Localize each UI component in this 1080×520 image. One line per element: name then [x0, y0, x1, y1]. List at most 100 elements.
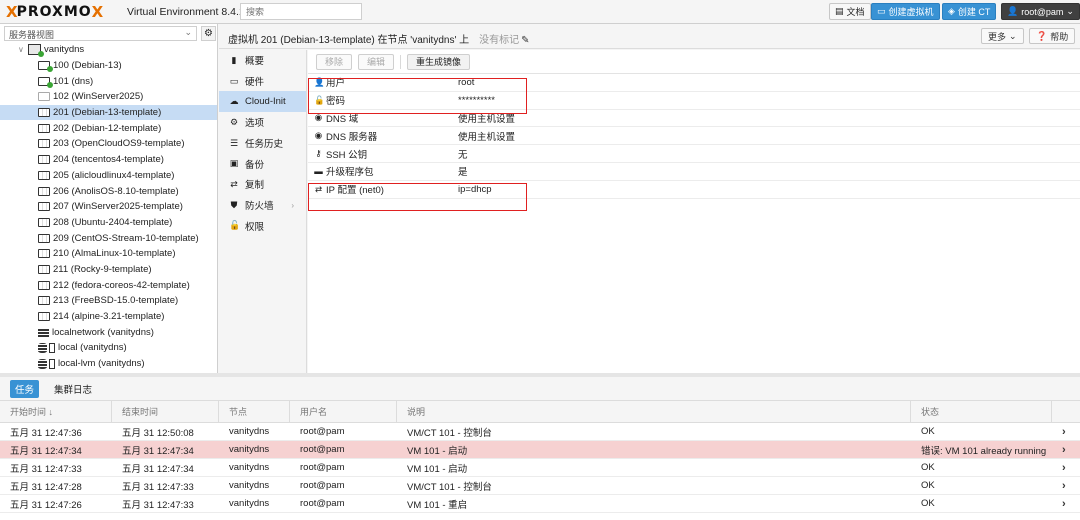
task-start: 五月 31 12:47:26 — [10, 499, 82, 511]
cloudinit-row[interactable]: ▬ 升级程序包是 — [308, 163, 1080, 181]
task-row[interactable]: 五月 31 12:47:36 五月 31 12:50:08 vanitydns roo… — [0, 423, 1080, 441]
storage-icon — [38, 342, 47, 353]
task-start: 五月 31 12:47:36 — [10, 427, 82, 439]
task-row[interactable]: 五月 31 12:47:34 五月 31 12:47:34 vanitydns roo… — [0, 441, 1080, 459]
tab-cluster-log[interactable]: 集群日志 — [49, 380, 97, 398]
chevron-right-icon[interactable]: › — [1052, 426, 1080, 438]
cloudinit-value: ********** — [458, 94, 495, 106]
tree-item-label: 100 (Debian-13) — [53, 60, 122, 72]
monitor-icon: ▭ — [877, 6, 886, 16]
content-header: 虚拟机 201 (Debian-13-template) 在节点 'vanity… — [219, 24, 1080, 49]
tree-item[interactable]: 214 (alpine-3.21-template) — [0, 309, 217, 325]
menu-item[interactable]: ⛊ 防火墙 › — [219, 195, 306, 216]
column-user[interactable]: 用户名 — [290, 401, 397, 422]
tree-item[interactable]: localnetwork (vanitydns) — [0, 324, 217, 340]
menu-item[interactable]: 🔓 权限 — [219, 216, 306, 237]
highlight-box-ipconfig — [308, 183, 527, 211]
tree-item[interactable]: 202 (Debian-12-template) — [0, 120, 217, 136]
cloudinit-row[interactable]: ⚷ SSH 公钥 无 — [308, 145, 1080, 163]
edit-button[interactable]: 编辑 — [358, 53, 395, 70]
edit-tags-pencil-icon[interactable]: ✎ — [521, 35, 529, 46]
task-end: 五月 31 12:47:34 — [122, 445, 194, 457]
tree-item[interactable]: local (vanitydns) — [0, 340, 217, 356]
remove-button[interactable]: 移除 — [316, 53, 353, 70]
tree-item[interactable]: 101 (dns) — [0, 73, 217, 89]
menu-item[interactable]: ▣ 备份 — [219, 153, 306, 174]
template-icon — [38, 108, 50, 118]
tree-item[interactable]: 205 (alicloudlinux4-template) — [0, 168, 217, 184]
tree-settings-button[interactable]: ⚙ — [201, 26, 216, 41]
cloudinit-value: ip=dhcp — [458, 183, 492, 195]
tree-item[interactable]: 209 (CentOS-Stream-10-template) — [0, 230, 217, 246]
cloudinit-row[interactable]: ◉ DNS 服务器 使用主机设置 — [308, 127, 1080, 146]
chevron-right-icon[interactable]: › — [1052, 444, 1080, 456]
logo-text: PROXMO — [16, 4, 92, 20]
template-icon — [38, 249, 50, 259]
tab-tasks[interactable]: 任务 — [10, 379, 40, 398]
task-status: OK — [921, 462, 935, 473]
tree-item[interactable]: 102 (WinServer2025) — [0, 89, 217, 105]
tree-item-label: localnetwork (vanitydns) — [52, 326, 154, 338]
tree-item[interactable]: 212 (fedora-coreos-42-template) — [0, 277, 217, 293]
task-status: 错误: VM 101 already running — [921, 445, 1047, 457]
tree-item[interactable]: 208 (Ubuntu-2404-template) — [0, 215, 217, 231]
create-vm-button[interactable]: ▭ 创建虚拟机 — [871, 3, 940, 20]
chevron-right-icon[interactable]: › — [1052, 480, 1080, 492]
tree-item-label: 201 (Debian-13-template) — [53, 107, 162, 119]
regenerate-image-button[interactable]: 重生成镜像 — [407, 53, 471, 70]
tree-node-label: vanitydns — [44, 44, 85, 56]
menu-item[interactable]: ⇄ 复制 — [219, 174, 306, 195]
tree-item[interactable]: 206 (AnolisOS-8.10-template) — [0, 183, 217, 199]
menu-item-label: 复制 — [245, 180, 265, 192]
column-node[interactable]: 节点 — [219, 401, 290, 422]
logo-x-left: X — [6, 3, 18, 21]
view-selector[interactable]: 服务器视图 ⌄ — [4, 26, 197, 41]
tree-item-label: 101 (dns) — [53, 75, 94, 87]
task-user: root@pam — [300, 444, 345, 455]
tree-item[interactable]: 213 (FreeBSD-15.0-template) — [0, 293, 217, 309]
docs-button[interactable]: ▤ 文档 — [829, 3, 871, 20]
user-menu-button[interactable]: 👤 root@pam ⌄ — [1001, 3, 1080, 20]
menu-item-label: 选项 — [245, 118, 265, 130]
create-ct-button[interactable]: ◈ 创建 CT — [942, 3, 997, 20]
globe-icon: ◉ — [314, 130, 323, 141]
menu-item[interactable]: ⚙ 选项 — [219, 112, 306, 133]
task-row[interactable]: 五月 31 12:47:26 五月 31 12:47:33 vanitydns roo… — [0, 495, 1080, 513]
template-icon — [38, 139, 50, 149]
column-end-time[interactable]: 结束时间 — [112, 401, 219, 422]
more-button[interactable]: 更多 ⌄ — [981, 28, 1024, 44]
tree-item[interactable]: 201 (Debian-13-template) — [0, 104, 217, 121]
resource-tree: ∨ vanitydns 100 (Debian-13) 101 (dns) 102 … — [0, 42, 217, 371]
chevron-right-icon[interactable]: › — [1052, 498, 1080, 510]
menu-item[interactable]: ▮ 概要 — [219, 50, 306, 71]
tree-item[interactable]: 204 (tencentos4-template) — [0, 152, 217, 168]
tree-node[interactable]: ∨ vanitydns — [0, 42, 217, 58]
chevron-right-icon[interactable]: › — [1052, 462, 1080, 474]
menu-item[interactable]: ▭ 硬件 — [219, 71, 306, 92]
column-status[interactable]: 状态 — [911, 401, 1052, 422]
task-description: VM 101 - 启动 — [407, 445, 468, 457]
task-end: 五月 31 12:47:34 — [122, 463, 194, 475]
tree-item[interactable]: local-lvm (vanitydns) — [0, 356, 217, 372]
help-button[interactable]: ❓ 帮助 — [1029, 28, 1076, 44]
collapse-arrow-icon[interactable]: ∨ — [18, 45, 28, 54]
tree-item[interactable]: 100 (Debian-13) — [0, 58, 217, 74]
menu-item[interactable]: ☰ 任务历史 — [219, 133, 306, 154]
tree-item[interactable]: 203 (OpenCloudOS9-template) — [0, 136, 217, 152]
task-row[interactable]: 五月 31 12:47:28 五月 31 12:47:33 vanitydns roo… — [0, 477, 1080, 495]
search-input[interactable] — [240, 3, 362, 20]
menu-item[interactable]: ☁ Cloud-Init — [219, 91, 306, 113]
tree-item[interactable]: 211 (Rocky-9-template) — [0, 262, 217, 278]
top-bar: XPROXMOX Virtual Environment 8.4.1 ▤文档 ▭… — [0, 0, 1080, 24]
tree-item[interactable]: 207 (WinServer2025-template) — [0, 199, 217, 215]
menu-item-label: 备份 — [245, 159, 265, 171]
vm-running-icon — [38, 76, 53, 88]
cloudinit-value: 使用主机设置 — [458, 113, 516, 125]
create-vm-label: 创建虚拟机 — [888, 7, 934, 17]
task-row[interactable]: 五月 31 12:47:33 五月 31 12:47:34 vanitydns roo… — [0, 459, 1080, 477]
column-start-time[interactable]: 开始时间 ↓ — [0, 401, 112, 422]
tree-item[interactable]: 210 (AlmaLinux-10-template) — [0, 246, 217, 262]
column-description[interactable]: 说明 — [397, 401, 911, 422]
cloudinit-value: 使用主机设置 — [458, 131, 516, 143]
menu-item-label: 防火墙 — [245, 201, 274, 213]
